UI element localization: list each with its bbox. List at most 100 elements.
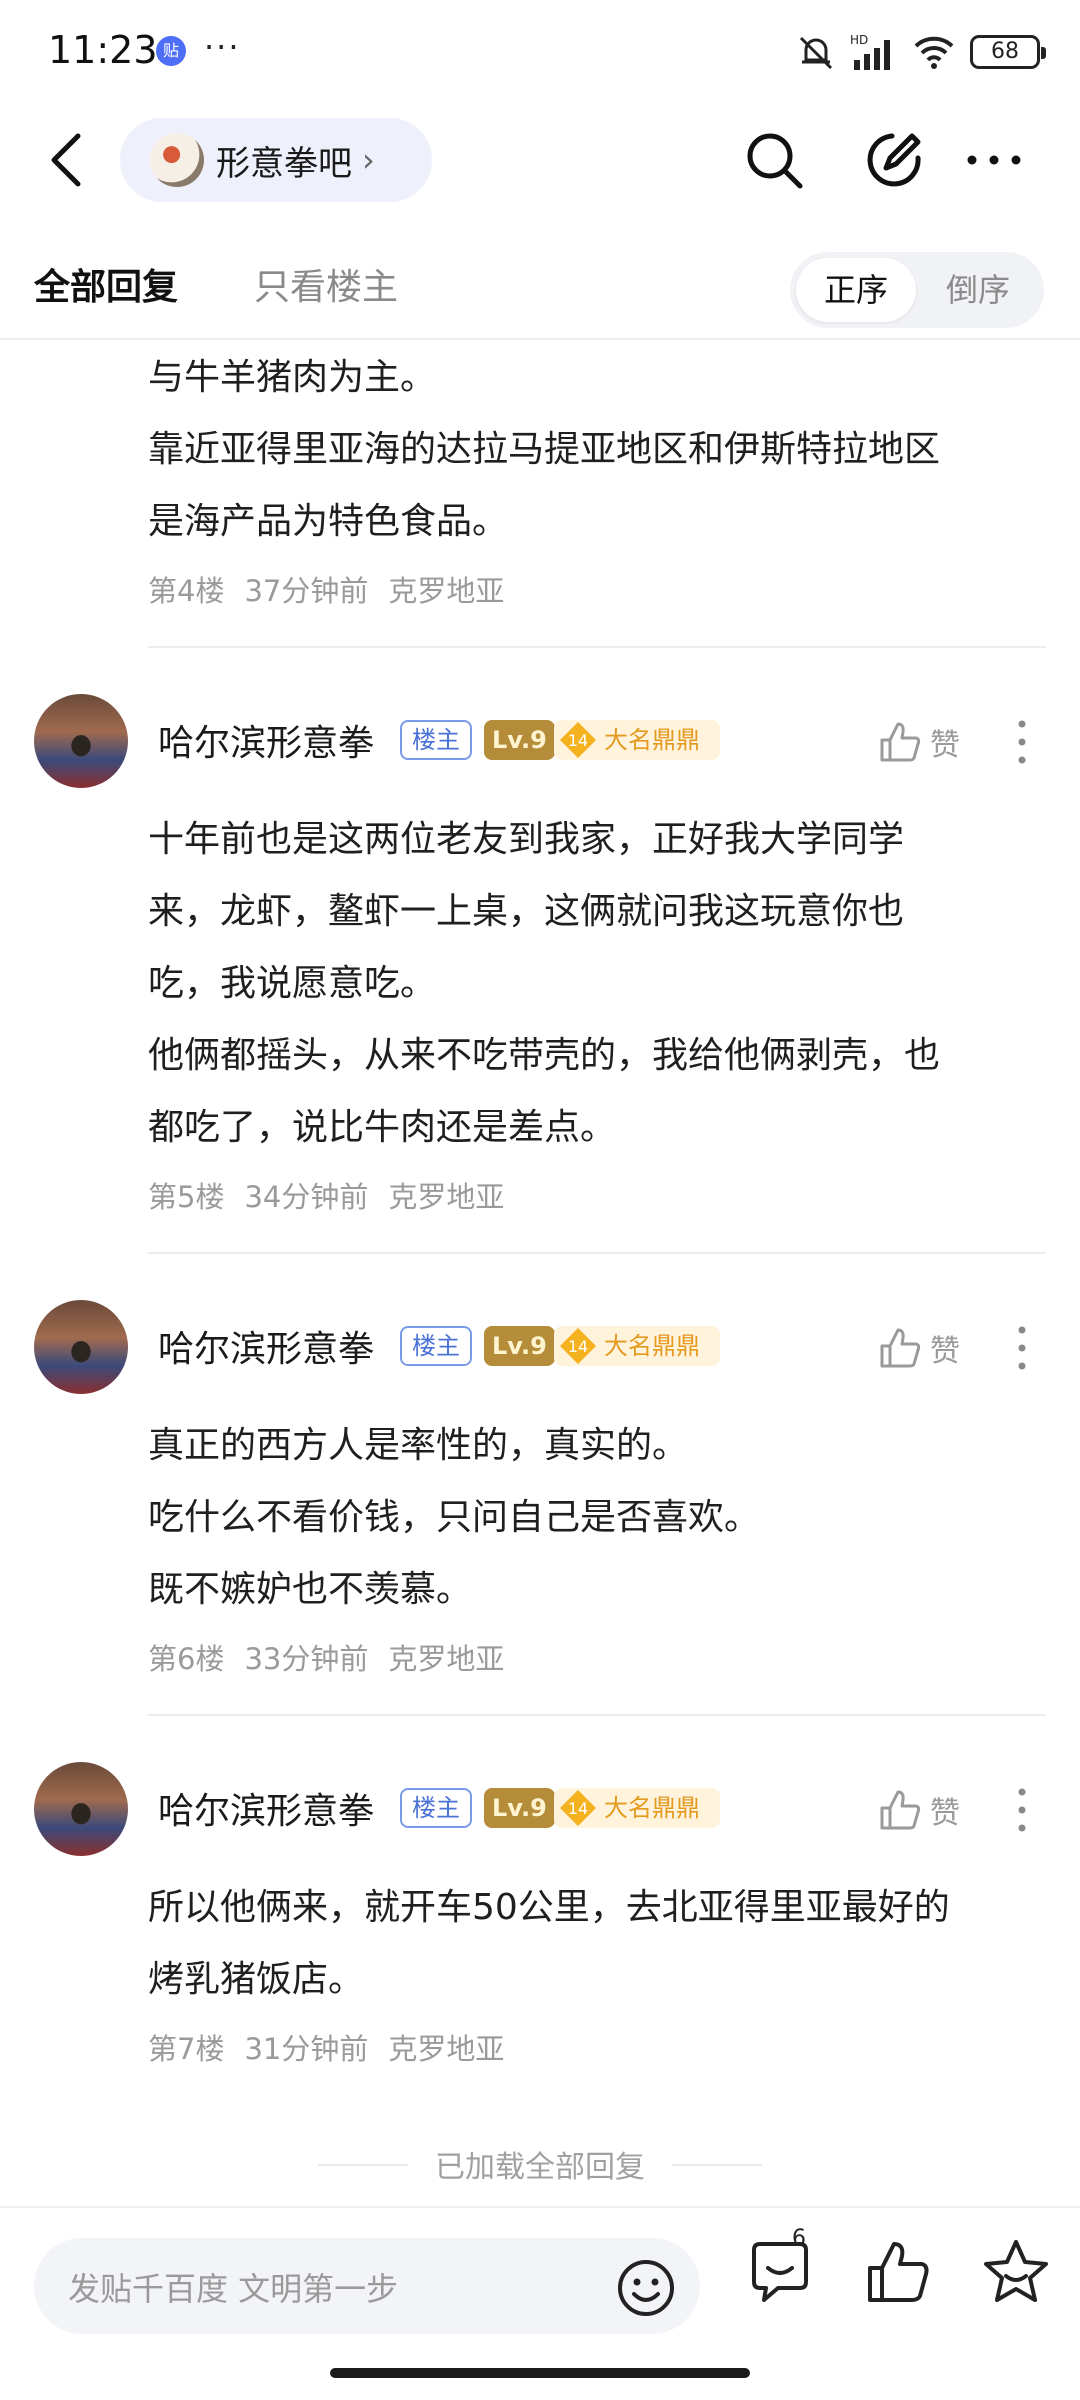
forum-link[interactable]: 形意拳吧 › xyxy=(120,118,432,202)
cellular-signal-icon: HD xyxy=(850,33,890,70)
reply-feed[interactable]: 与牛羊猪肉为主。 靠近亚得里亚海的达拉马提亚地区和伊斯特拉地区 是海产品为特色食… xyxy=(0,342,1080,2204)
thumbs-up-icon xyxy=(880,1790,921,1830)
reply-item: 哈尔滨形意拳 楼主 Lv.9 14 大名鼎鼎 赞 xyxy=(0,1762,1080,2068)
reply-line: 十年前也是这两位老友到我家，正好我大学同学 xyxy=(148,819,905,860)
reply-input[interactable]: 发贴千百度 文明第一步 xyxy=(34,2238,700,2334)
forum-name: 形意拳吧 xyxy=(216,143,352,184)
op-badge: 楼主 xyxy=(400,1788,472,1828)
username[interactable]: 哈尔滨形意拳 xyxy=(158,1320,374,1372)
more-options-button[interactable] xyxy=(962,128,1026,192)
reply-more-icon[interactable] xyxy=(1010,716,1034,768)
reply-header: 哈尔滨形意拳 楼主 Lv.9 14 大名鼎鼎 赞 xyxy=(0,694,1080,790)
reply-line: 是海产品为特色食品。 xyxy=(148,501,509,542)
floor-number: 第6楼 xyxy=(148,1642,225,1676)
reply-meta: 第6楼 33分钟前 克罗地亚 xyxy=(148,1636,1080,1678)
username[interactable]: 哈尔滨形意拳 xyxy=(158,1782,374,1834)
reply-line: 所以他俩来，就开车50公里，去北亚得里亚最好的 xyxy=(148,1887,950,1928)
honor-title: 大名鼎鼎 xyxy=(604,1332,700,1360)
reply-item: 哈尔滨形意拳 楼主 Lv.9 14 大名鼎鼎 赞 xyxy=(0,1300,1080,1716)
status-icons: HD 68 xyxy=(796,30,1046,74)
divider xyxy=(148,646,1046,648)
tab-only-op[interactable]: 只看楼主 xyxy=(254,258,398,310)
sort-ascending-button[interactable]: 正序 xyxy=(796,258,916,322)
reply-item: 与牛羊猪肉为主。 靠近亚得里亚海的达拉马提亚地区和伊斯特拉地区 是海产品为特色食… xyxy=(0,342,1080,648)
reply-meta: 第7楼 31分钟前 克罗地亚 xyxy=(148,2026,1080,2068)
avatar[interactable] xyxy=(34,694,128,788)
chevron-right-icon: › xyxy=(362,141,375,179)
honor-title-badge: 14 大名鼎鼎 xyxy=(554,1788,720,1828)
bottom-action-bar: 发贴千百度 文明第一步 6 xyxy=(0,2206,1080,2346)
honor-title: 大名鼎鼎 xyxy=(604,726,700,754)
reply-more-icon[interactable] xyxy=(1010,1784,1034,1836)
svg-text:HD: HD xyxy=(850,33,868,47)
like-label: 赞 xyxy=(930,1334,960,1369)
reply-content: 真正的西方人是率性的，真实的。 吃什么不看价钱，只问自己是否喜欢。 既不嫉妒也不… xyxy=(148,1410,1048,1626)
reply-location: 克罗地亚 xyxy=(388,1642,505,1676)
like-label: 赞 xyxy=(930,1796,960,1831)
reply-more-icon[interactable] xyxy=(1010,1322,1034,1374)
like-label: 赞 xyxy=(930,728,960,763)
op-badge: 楼主 xyxy=(400,720,472,760)
reply-line: 吃什么不看价钱，只问自己是否喜欢。 xyxy=(148,1497,761,1538)
title-level: 14 xyxy=(568,731,588,750)
reply-header: 哈尔滨形意拳 楼主 Lv.9 14 大名鼎鼎 赞 xyxy=(0,1762,1080,1858)
back-button[interactable] xyxy=(40,128,96,192)
reply-input-placeholder: 发贴千百度 文明第一步 xyxy=(68,2270,399,2308)
diamond-level-icon: 14 xyxy=(560,1790,596,1826)
battery-icon: 68 xyxy=(970,35,1046,69)
like-button[interactable]: 赞 xyxy=(878,1782,960,1838)
thumbs-up-icon xyxy=(880,722,921,762)
floor-number: 第4楼 xyxy=(148,574,225,608)
top-nav: 形意拳吧 › xyxy=(0,110,1080,210)
floor-number: 第7楼 xyxy=(148,2032,225,2066)
reply-line: 既不嫉妒也不羡慕。 xyxy=(148,1569,473,1610)
loaded-all-notice: 已加载全部回复 xyxy=(0,2142,1080,2186)
tieba-notification-icon: 贴 xyxy=(156,36,186,66)
avatar[interactable] xyxy=(34,1762,128,1856)
status-time: 11:23 xyxy=(48,28,158,72)
reply-header: 哈尔滨形意拳 楼主 Lv.9 14 大名鼎鼎 赞 xyxy=(0,1300,1080,1396)
compose-button[interactable] xyxy=(862,128,926,192)
honor-title-badge: 14 大名鼎鼎 xyxy=(554,1326,720,1366)
reply-item: 哈尔滨形意拳 楼主 Lv.9 14 大名鼎鼎 赞 xyxy=(0,694,1080,1254)
honor-title: 大名鼎鼎 xyxy=(604,1794,700,1822)
mute-bell-icon xyxy=(799,36,833,70)
reply-count: 6 xyxy=(792,2226,806,2251)
username[interactable]: 哈尔滨形意拳 xyxy=(158,714,374,766)
reply-time: 34分钟前 xyxy=(244,1180,369,1214)
reply-location: 克罗地亚 xyxy=(388,1180,505,1214)
emoji-button[interactable] xyxy=(614,2256,678,2320)
reply-location: 克罗地亚 xyxy=(388,574,505,608)
reply-filter-tabs: 全部回复 只看楼主 正序 倒序 xyxy=(0,240,1080,340)
reply-time: 33分钟前 xyxy=(244,1642,369,1676)
reply-line: 烤乳猪饭店。 xyxy=(148,1959,365,2000)
title-level: 14 xyxy=(568,1337,588,1356)
home-indicator[interactable] xyxy=(330,2368,750,2378)
reply-line: 来，龙虾，鳌虾一上桌，这俩就问我这玩意你也 xyxy=(148,891,905,932)
diamond-level-icon: 14 xyxy=(560,1328,596,1364)
reply-meta: 第4楼 37分钟前 克罗地亚 xyxy=(148,568,1080,610)
op-badge: 楼主 xyxy=(400,1326,472,1366)
reply-line: 他俩都摇头，从来不吃带壳的，我给他俩剥壳，也 xyxy=(148,1035,941,1076)
tab-all-replies[interactable]: 全部回复 xyxy=(34,258,178,310)
floor-number: 第5楼 xyxy=(148,1180,225,1214)
reply-time: 31分钟前 xyxy=(244,2032,369,2066)
sort-descending-button[interactable]: 倒序 xyxy=(918,258,1038,322)
reply-content: 所以他俩来，就开车50公里，去北亚得里亚最好的 烤乳猪饭店。 xyxy=(148,1872,1048,2016)
like-post-button[interactable] xyxy=(862,2236,934,2308)
forum-avatar xyxy=(150,133,204,187)
status-more-icon: ··· xyxy=(204,28,241,66)
favorite-star-button[interactable] xyxy=(980,2236,1052,2308)
reply-content: 与牛羊猪肉为主。 靠近亚得里亚海的达拉马提亚地区和伊斯特拉地区 是海产品为特色食… xyxy=(148,342,1048,558)
reply-location: 克罗地亚 xyxy=(388,2032,505,2066)
reply-line: 真正的西方人是率性的，真实的。 xyxy=(148,1425,689,1466)
like-button[interactable]: 赞 xyxy=(878,1320,960,1376)
divider xyxy=(148,1714,1046,1716)
wifi-icon xyxy=(914,36,954,69)
search-button[interactable] xyxy=(742,128,806,192)
reply-line: 吃，我说愿意吃。 xyxy=(148,963,437,1004)
like-button[interactable]: 赞 xyxy=(878,714,960,770)
reply-line: 都吃了，说比牛肉还是差点。 xyxy=(148,1107,617,1148)
reply-line: 靠近亚得里亚海的达拉马提亚地区和伊斯特拉地区 xyxy=(148,429,941,470)
avatar[interactable] xyxy=(34,1300,128,1394)
